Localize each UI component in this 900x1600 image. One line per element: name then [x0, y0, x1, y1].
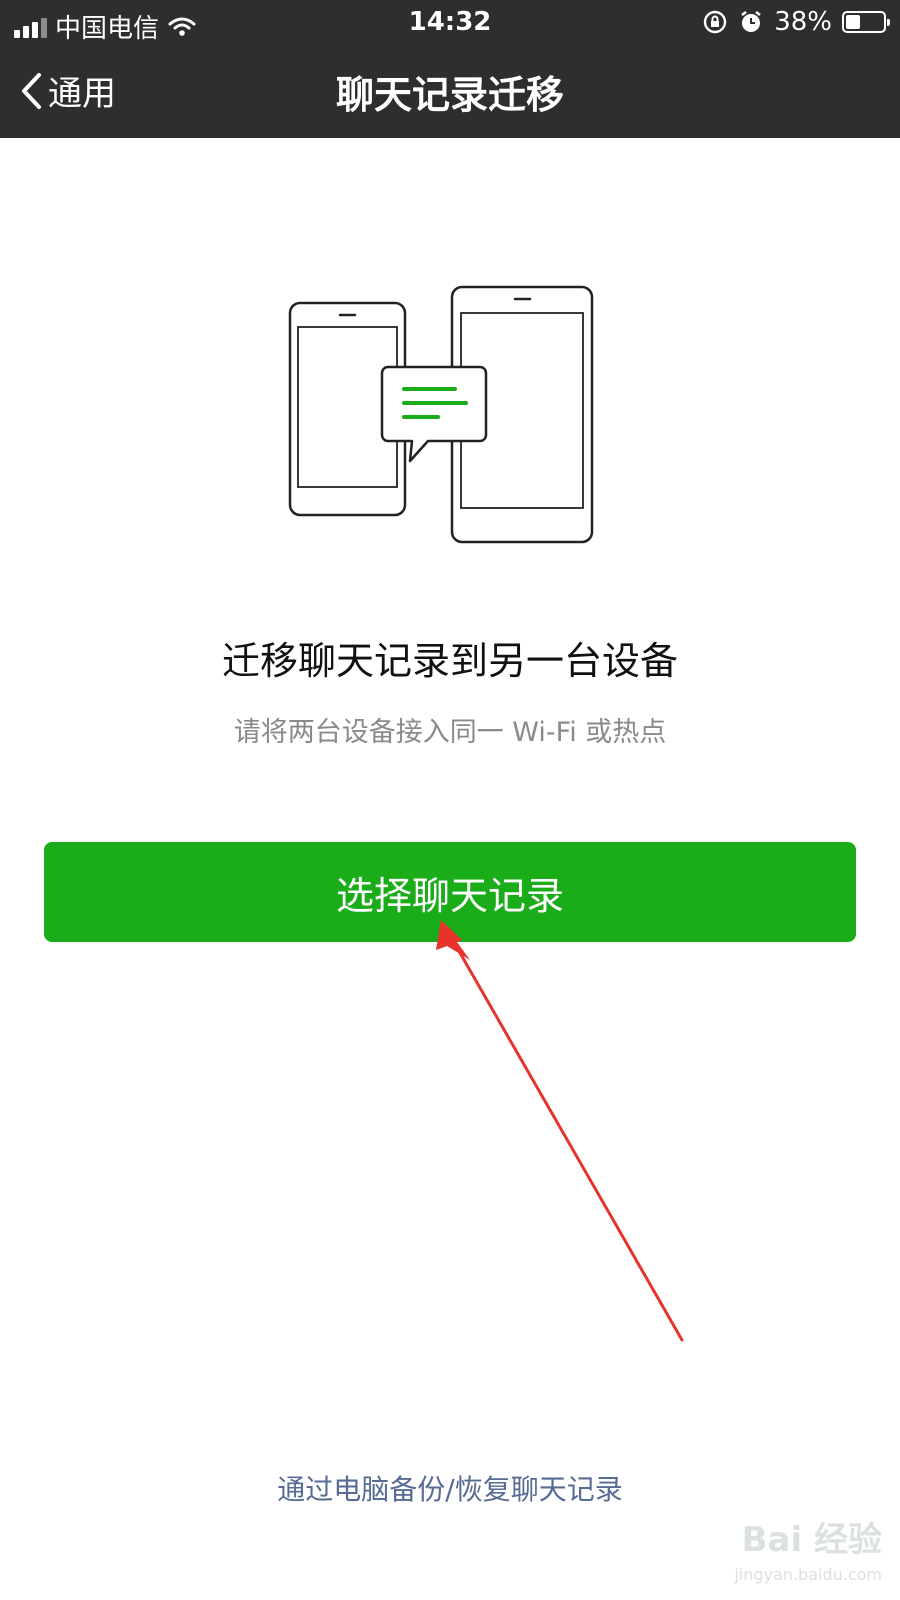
subtext: 请将两台设备接入同一 Wi-Fi 或热点 [233, 717, 667, 748]
phones-transfer-illustration [288, 285, 594, 544]
orientation-lock-icon [704, 10, 727, 34]
baidu-jingyan-watermark: Bai 经验 jingyan.baidu.com [712, 1512, 882, 1584]
battery-level [846, 15, 860, 29]
status-right: 38% [702, 7, 890, 37]
nav-bar: 通用 聊天记录迁移 [0, 44, 900, 138]
page-title: 聊天记录迁移 [335, 73, 564, 117]
battery-icon [842, 11, 890, 33]
status-bar: 中国电信 14:32 38% [0, 0, 900, 44]
select-chat-history-button[interactable]: 选择聊天记录 [44, 842, 856, 942]
red-arrow-annotation [436, 920, 684, 1342]
watermark-logo: Bai 经验 [741, 1520, 882, 1560]
headline: 迁移聊天记录到另一台设备 [221, 639, 678, 683]
battery-percent: 38% [774, 7, 832, 37]
alarm-icon [741, 11, 761, 32]
watermark-url: jingyan.baidu.com [734, 1565, 882, 1584]
pc-backup-restore-link[interactable]: 通过电脑备份/恢复聊天记录 [0, 1468, 900, 1508]
